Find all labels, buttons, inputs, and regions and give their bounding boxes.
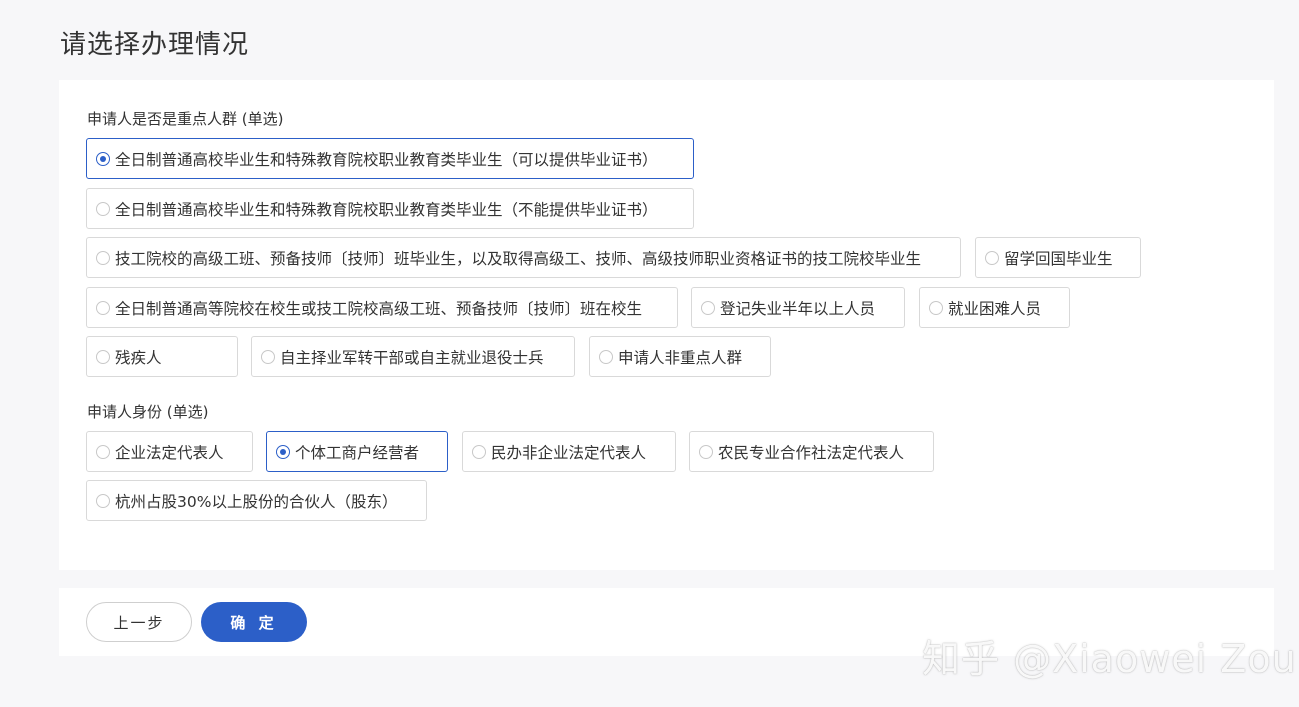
radio-option-label: 留学回国毕业生 <box>1004 249 1113 268</box>
form-card: 申请人是否是重点人群 (单选) 全日制普通高校毕业生和特殊教育院校职业教育类毕业… <box>59 80 1274 570</box>
radio-option-label: 全日制普通高等院校在校生或技工院校高级工班、预备技师〔技师〕班在校生 <box>115 299 643 318</box>
radio-option-label: 自主择业军转干部或自主就业退役士兵 <box>280 348 544 367</box>
radio-option-key-population[interactable]: 全日制普通高等院校在校生或技工院校高级工班、预备技师〔技师〕班在校生 <box>86 287 678 328</box>
group-label-applicant-identity: 申请人身份 (单选) <box>87 403 209 421</box>
radio-circle-icon <box>96 201 110 216</box>
radio-circle-icon <box>96 250 110 265</box>
radio-circle-icon <box>261 349 275 364</box>
radio-option-label: 登记失业半年以上人员 <box>720 299 876 318</box>
radio-option-label: 技工院校的高级工班、预备技师〔技师〕班毕业生，以及取得高级工、技师、高级技师职业… <box>115 249 922 268</box>
radio-option-label: 农民专业合作社法定代表人 <box>718 443 905 462</box>
radio-option-identity[interactable]: 杭州占股30%以上股份的合伙人（股东） <box>86 480 427 521</box>
radio-option-label: 民办非企业法定代表人 <box>491 443 647 462</box>
radio-circle-icon <box>472 444 486 459</box>
radio-option-label: 企业法定代表人 <box>115 443 224 462</box>
radio-option-label: 残疾人 <box>115 348 162 367</box>
radio-option-key-population[interactable]: 技工院校的高级工班、预备技师〔技师〕班毕业生，以及取得高级工、技师、高级技师职业… <box>86 237 961 278</box>
radio-circle-icon <box>929 300 943 315</box>
radio-option-label: 杭州占股30%以上股份的合伙人（股东） <box>115 492 398 511</box>
radio-option-key-population[interactable]: 残疾人 <box>86 336 238 377</box>
radio-option-key-population[interactable]: 登记失业半年以上人员 <box>691 287 905 328</box>
radio-option-label: 全日制普通高校毕业生和特殊教育院校职业教育类毕业生（不能提供毕业证书） <box>115 200 658 219</box>
radio-option-label: 个体工商户经营者 <box>295 443 420 462</box>
page-title: 请选择办理情况 <box>60 30 250 60</box>
radio-option-key-population[interactable]: 全日制普通高校毕业生和特殊教育院校职业教育类毕业生（可以提供毕业证书） <box>86 138 694 179</box>
radio-option-identity[interactable]: 企业法定代表人 <box>86 431 253 472</box>
radio-circle-icon <box>276 444 290 459</box>
radio-circle-icon <box>985 250 999 265</box>
radio-circle-icon <box>96 493 110 508</box>
radio-option-label: 就业困难人员 <box>948 299 1042 318</box>
radio-option-key-population[interactable]: 申请人非重点人群 <box>589 336 771 377</box>
previous-step-button[interactable]: 上一步 <box>86 602 192 642</box>
radio-circle-icon <box>96 300 110 315</box>
radio-option-key-population[interactable]: 就业困难人员 <box>919 287 1070 328</box>
radio-option-key-population[interactable]: 留学回国毕业生 <box>975 237 1141 278</box>
radio-option-identity[interactable]: 民办非企业法定代表人 <box>462 431 676 472</box>
radio-circle-icon <box>699 444 713 459</box>
radio-option-identity[interactable]: 农民专业合作社法定代表人 <box>689 431 934 472</box>
group-label-key-population: 申请人是否是重点人群 (单选) <box>87 110 284 128</box>
radio-option-label: 全日制普通高校毕业生和特殊教育院校职业教育类毕业生（可以提供毕业证书） <box>115 150 658 169</box>
radio-circle-icon <box>599 349 613 364</box>
radio-circle-icon <box>96 349 110 364</box>
radio-circle-icon <box>96 444 110 459</box>
radio-option-key-population[interactable]: 全日制普通高校毕业生和特殊教育院校职业教育类毕业生（不能提供毕业证书） <box>86 188 694 229</box>
confirm-button[interactable]: 确 定 <box>201 602 307 642</box>
radio-option-label: 申请人非重点人群 <box>618 348 743 367</box>
radio-option-identity[interactable]: 个体工商户经营者 <box>266 431 448 472</box>
radio-option-key-population[interactable]: 自主择业军转干部或自主就业退役士兵 <box>251 336 575 377</box>
radio-circle-icon <box>701 300 715 315</box>
watermark: 知乎 @Xiaowei Zou <box>922 637 1297 681</box>
radio-circle-icon <box>96 151 110 166</box>
